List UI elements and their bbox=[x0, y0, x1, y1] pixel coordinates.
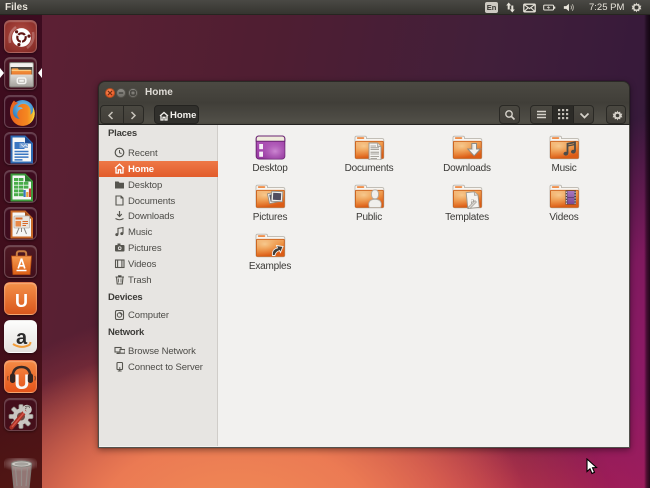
svg-text:U: U bbox=[15, 291, 28, 311]
svg-text:U: U bbox=[14, 371, 29, 393]
